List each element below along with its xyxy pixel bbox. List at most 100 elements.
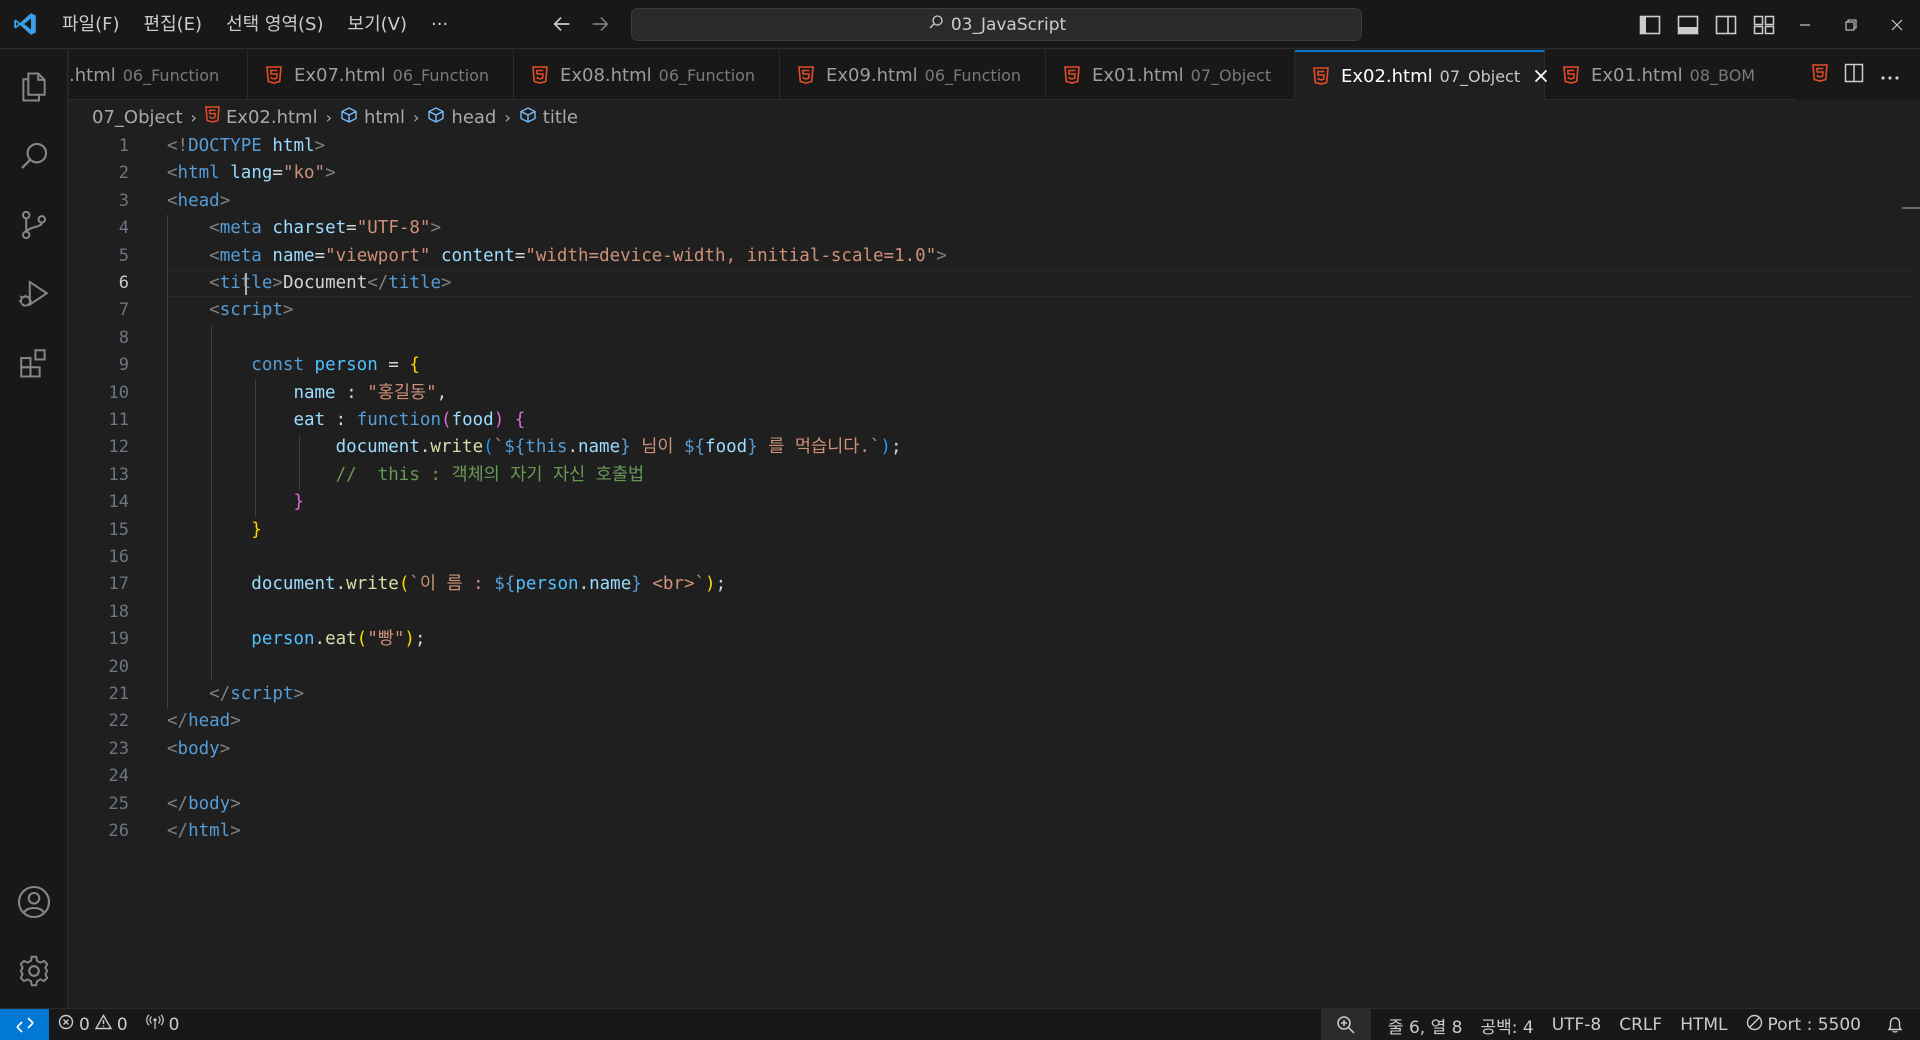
broadcast-icon (145, 1014, 164, 1035)
tab-partial-html[interactable]: .html 06_Function (69, 50, 248, 100)
code-line: } (251, 519, 262, 540)
code-line: <body> (167, 738, 231, 759)
split-editor-icon[interactable] (1844, 63, 1864, 87)
command-center-search[interactable]: 03_JavaScript (631, 8, 1362, 41)
extensions-icon[interactable] (0, 331, 68, 395)
line-number: 23 (108, 738, 129, 759)
ports-status[interactable]: 0 (137, 1009, 189, 1040)
error-icon (58, 1014, 74, 1035)
line-number: 3 (118, 190, 129, 211)
tab-ex08[interactable]: Ex08.html 06_Function (514, 50, 780, 100)
breadcrumb: 07_Object › Ex02.html › html › head › ti… (92, 102, 578, 132)
line-number: 8 (118, 327, 129, 348)
line-number: 10 (108, 382, 129, 403)
ports-count: 0 (168, 1014, 180, 1035)
chevron-right-icon: › (413, 107, 420, 127)
breadcrumb-symbol-head[interactable]: head (427, 106, 496, 129)
menu-file[interactable]: 파일(F) (50, 0, 132, 49)
tab-filename: .html (69, 64, 116, 86)
menu-more[interactable]: ··· (419, 0, 460, 49)
source-control-icon[interactable] (0, 193, 68, 257)
code-editor[interactable]: 1 2 3 4 5 6 7 8 9 10 11 12 13 14 15 16 1… (69, 133, 1920, 1008)
html5-file-icon (1563, 66, 1579, 84)
tab-ex09[interactable]: Ex09.html 06_Function (780, 50, 1046, 100)
html5-file-icon (532, 66, 548, 84)
line-number: 12 (108, 437, 129, 458)
warning-icon (94, 1014, 113, 1035)
html5-file-icon (1064, 66, 1080, 84)
tab-ex01-bom[interactable]: Ex01.html 08_BOM (1545, 50, 1790, 100)
forward-arrow-icon[interactable] (586, 10, 614, 38)
code-line: eat : function(food) { (293, 410, 526, 430)
open-preview-html5-icon[interactable] (1812, 64, 1828, 86)
customize-layout-icon[interactable] (1750, 11, 1778, 39)
line-number: 1 (118, 136, 129, 156)
breadcrumb-symbol-label: html (364, 106, 406, 128)
code-line: <meta name="viewport" content="width=dev… (209, 245, 947, 266)
language-mode[interactable]: HTML (1671, 1009, 1736, 1040)
line-number: 25 (108, 793, 129, 814)
indentation-status[interactable]: 공백: 4 (1471, 1009, 1542, 1040)
problems-status[interactable]: 0 0 (49, 1009, 137, 1040)
line-number: 7 (118, 300, 129, 321)
eol-status[interactable]: CRLF (1610, 1009, 1671, 1040)
zoom-icon[interactable] (1320, 1009, 1371, 1040)
code-line: // this : 객체의 자기 자신 호출법 (335, 464, 645, 485)
breadcrumb-symbol-html[interactable]: html (340, 106, 405, 129)
symbol-field-icon (340, 106, 358, 129)
breadcrumb-symbol-title[interactable]: title (519, 106, 578, 129)
live-server-port[interactable]: Port : 5500 (1737, 1009, 1871, 1040)
encoding-status[interactable]: UTF-8 (1543, 1009, 1611, 1040)
more-actions-icon[interactable] (1880, 66, 1900, 85)
run-and-debug-icon[interactable] (0, 262, 68, 326)
restore-icon[interactable] (1828, 0, 1874, 49)
code-line: document.write(`${this.name} 님이 ${food} … (335, 437, 902, 458)
menu-selection[interactable]: 선택 영역(S) (214, 0, 335, 49)
scrollbar-marker[interactable] (1902, 207, 1920, 209)
editor-tab-bar: .html 06_Function Ex07.html 06_Function … (69, 50, 1920, 100)
html5-file-icon (1313, 67, 1329, 85)
line-number: 16 (108, 547, 129, 567)
toggle-secondary-sidebar-icon[interactable] (1712, 11, 1740, 39)
window-controls (1782, 0, 1920, 49)
warning-count: 0 (116, 1014, 128, 1035)
vscode-logo-icon (0, 0, 50, 49)
code-line: name : "홍길동", (293, 382, 448, 403)
remote-indicator-icon[interactable] (0, 1008, 49, 1040)
accounts-icon[interactable] (0, 870, 68, 934)
toggle-panel-icon[interactable] (1674, 11, 1702, 39)
tab-filename: Ex01.html (1591, 64, 1683, 86)
symbol-field-icon (519, 106, 537, 129)
tab-description: 07_Object (1190, 65, 1272, 85)
cursor-position[interactable]: 줄 6, 열 8 (1379, 1009, 1472, 1040)
line-number: 5 (118, 245, 129, 266)
back-arrow-icon[interactable] (548, 10, 576, 38)
search-sidebar-icon[interactable] (0, 124, 68, 188)
breadcrumb-folder[interactable]: 07_Object (92, 107, 183, 128)
tab-ex07[interactable]: Ex07.html 06_Function (248, 50, 514, 100)
explorer-icon[interactable] (0, 55, 68, 119)
line-number: 21 (108, 684, 129, 704)
code-line: </body> (167, 793, 241, 814)
code-line: const person = { (251, 355, 420, 376)
breadcrumb-file[interactable]: Ex02.html (205, 106, 318, 128)
notifications-bell-icon[interactable] (1870, 1009, 1920, 1040)
code-line: person.eat("빵"); (251, 629, 426, 650)
breadcrumb-symbol-label: title (542, 106, 578, 128)
line-number: 20 (108, 656, 129, 677)
toggle-primary-sidebar-icon[interactable] (1636, 11, 1664, 39)
close-window-icon[interactable] (1874, 0, 1920, 49)
menu-edit[interactable]: 편집(E) (132, 0, 215, 49)
line-number: 26 (108, 821, 129, 841)
search-label: 03_JavaScript (950, 14, 1067, 35)
tab-ex02-object-active[interactable]: Ex02.html 07_Object (1295, 50, 1548, 100)
chevron-right-icon: › (190, 107, 197, 127)
minimize-icon[interactable] (1782, 0, 1828, 49)
line-number: 11 (108, 410, 129, 430)
settings-gear-icon[interactable] (0, 939, 68, 1003)
menu-view[interactable]: 보기(V) (336, 0, 419, 49)
status-bar: 0 0 0 줄 6, 열 8 공백: 4 UTF-8 CRLF HTML Por… (0, 1008, 1920, 1040)
line-number: 19 (108, 629, 129, 650)
line-number: 15 (108, 519, 129, 540)
tab-ex01-object[interactable]: Ex01.html 07_Object (1046, 50, 1295, 100)
